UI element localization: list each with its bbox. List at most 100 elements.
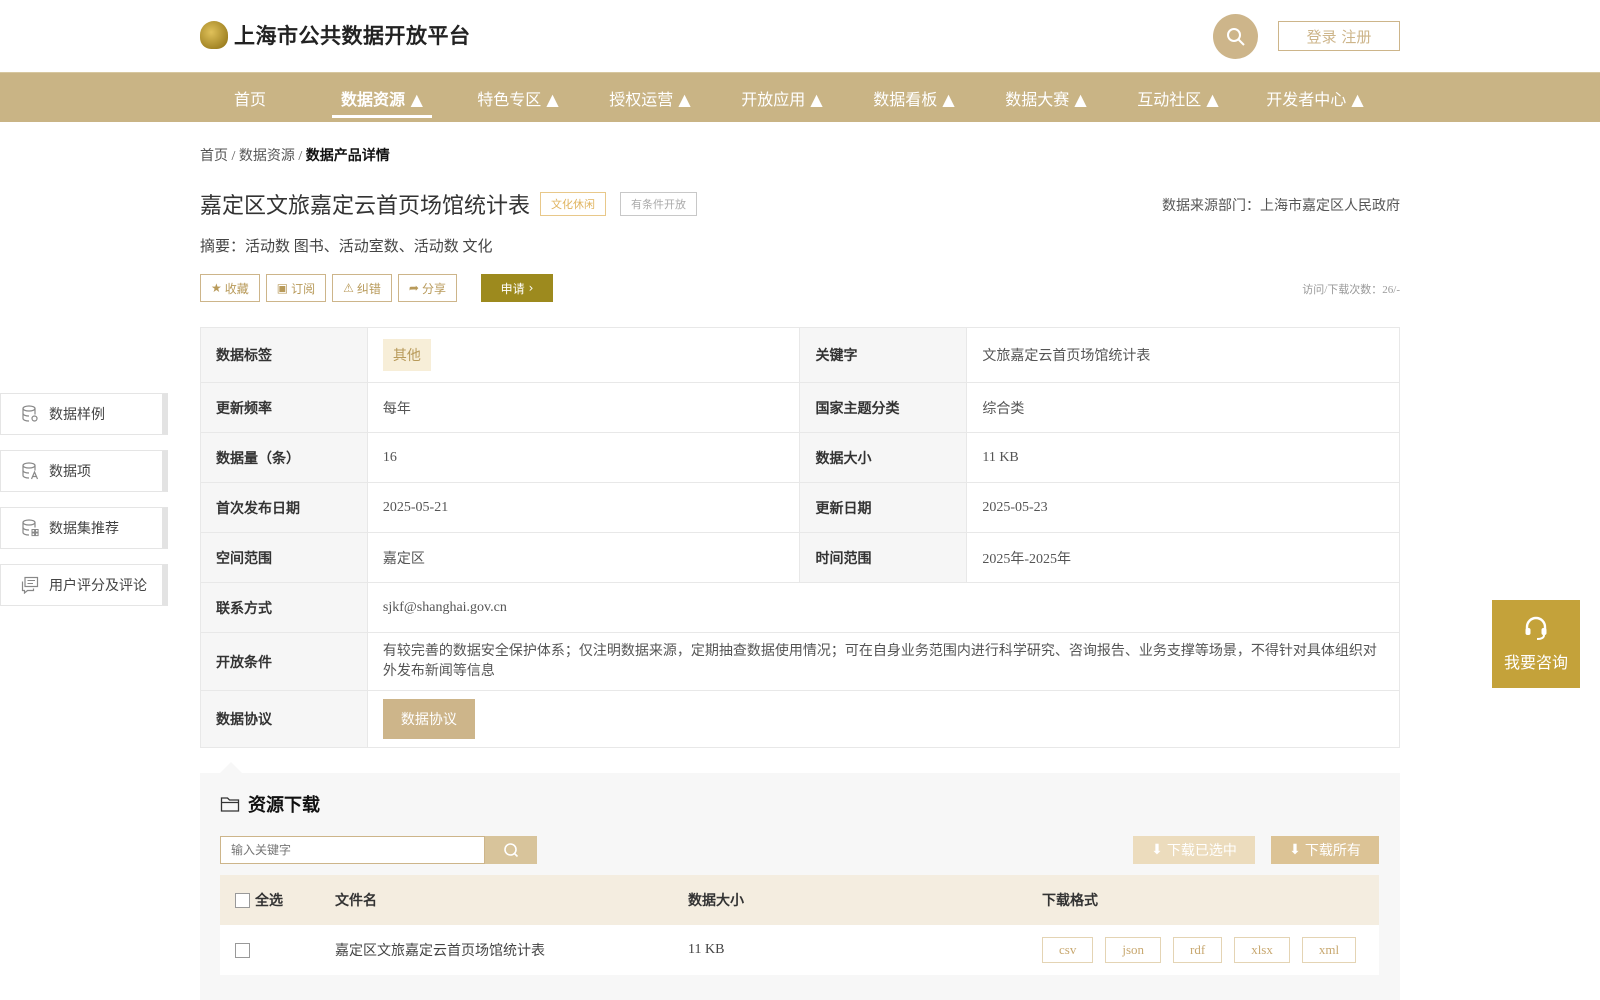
database-grid-icon: [21, 519, 39, 537]
format-xlsx-button[interactable]: xlsx: [1234, 937, 1290, 963]
comment-icon: [21, 576, 39, 594]
file-search-button[interactable]: [485, 836, 537, 864]
warning-icon: ⚠: [343, 281, 354, 295]
dataset-abstract: 摘要：活动数 图书、活动室数、活动数 文化: [200, 239, 493, 255]
header-search-button[interactable]: [1213, 14, 1258, 59]
info-key: 首次发布日期: [200, 482, 368, 533]
breadcrumb: 首页 / 数据资源 / 数据产品详情: [200, 145, 390, 165]
apply-button[interactable]: 申请 ›: [481, 274, 553, 302]
info-key: 空间范围: [200, 532, 368, 583]
info-value: 有较完善的数据安全保护体系；仅注明数据来源，定期抽查数据使用情况；可在自身业务范…: [366, 632, 1401, 691]
nav-open-apps[interactable]: 开放应用 ▲: [732, 73, 832, 122]
format-csv-button[interactable]: csv: [1042, 937, 1094, 963]
database-icon: [21, 405, 39, 423]
info-value: 2025-05-23: [966, 482, 1400, 533]
share-button[interactable]: ➦ 分享: [397, 274, 457, 302]
section-title-text: 资源下载: [248, 795, 320, 816]
format-xml-button[interactable]: xml: [1301, 937, 1357, 963]
info-value: 16: [366, 432, 801, 483]
chevron-right-icon: ›: [528, 281, 534, 295]
table-row: 数据量（条） 16 数据大小 11 KB: [200, 432, 1400, 483]
table-row: 空间范围 嘉定区 时间范围 2025年-2025年: [200, 532, 1400, 583]
select-all-label: 全选: [255, 893, 283, 909]
download-icon: ⬇: [1151, 842, 1163, 858]
side-item-recommend[interactable]: 数据集推荐: [0, 507, 168, 549]
file-search-input[interactable]: [220, 836, 485, 864]
subscribe-label: 订阅: [291, 281, 316, 296]
nav-data-dashboard[interactable]: 数据看板 ▲: [864, 73, 964, 122]
data-protocol-button[interactable]: 数据协议: [382, 699, 475, 739]
download-selected-button[interactable]: ⬇ 下载已选中: [1133, 836, 1255, 864]
nav-data-contest[interactable]: 数据大赛 ▲: [996, 73, 1096, 122]
table-row: 首次发布日期 2025-05-21 更新日期 2025-05-23: [200, 482, 1400, 533]
info-key: 更新日期: [799, 482, 968, 533]
row-select-cell: [235, 925, 255, 975]
action-bar: ★ 收藏 ▣ 订阅 ⚠ 纠错 ➦ 分享: [200, 274, 457, 302]
table-row: 更新频率 每年 国家主题分类 综合类: [200, 382, 1400, 433]
nav-data-resources[interactable]: 数据资源 ▲: [332, 73, 432, 122]
collect-button[interactable]: ★ 收藏: [200, 274, 260, 302]
download-icon: ⬇: [1289, 842, 1301, 858]
info-key: 国家主题分类: [799, 382, 968, 433]
column-header-file-name: 文件名: [335, 893, 377, 909]
info-value: 11 KB: [966, 432, 1400, 483]
info-value: 综合类: [966, 382, 1400, 433]
side-item-label: 数据集推荐: [49, 521, 119, 537]
nav-home[interactable]: 首页: [226, 73, 274, 122]
table-row: 联系方式 sjkf@shanghai.gov.cn: [200, 582, 1401, 633]
section-title: 资源下载: [220, 791, 320, 817]
nav-featured-zones[interactable]: 特色专区 ▲: [468, 73, 568, 122]
download-all-label: 下载所有: [1304, 843, 1361, 859]
side-item-data-items[interactable]: 数据项: [0, 450, 168, 492]
breadcrumb-section[interactable]: 数据资源: [239, 149, 295, 164]
collect-label: 收藏: [224, 281, 249, 296]
breadcrumb-separator: /: [228, 149, 239, 164]
side-item-data-sample[interactable]: 数据样例: [0, 393, 168, 435]
side-item-label: 用户评分及评论: [49, 578, 147, 594]
download-all-button[interactable]: ⬇ 下载所有: [1271, 836, 1379, 864]
correct-button[interactable]: ⚠ 纠错: [332, 274, 392, 302]
table-row: 数据标签 其他 关键字 文旅嘉定云首页场馆统计表: [200, 327, 1400, 383]
subscribe-button[interactable]: ▣ 订阅: [265, 274, 327, 302]
breadcrumb-separator: /: [294, 149, 306, 164]
nav-authorized-operation[interactable]: 授权运营 ▲: [600, 73, 700, 122]
star-icon: ★: [211, 281, 222, 295]
info-key: 数据协议: [200, 690, 368, 748]
side-menu: 数据样例 数据项 数据集推荐 用户评分及评论: [0, 393, 168, 621]
breadcrumb-home[interactable]: 首页: [200, 149, 228, 164]
select-all-cell: 全选: [235, 875, 283, 925]
correct-label: 纠错: [356, 281, 381, 296]
breadcrumb-current: 数据产品详情: [305, 149, 390, 164]
info-key: 开放条件: [200, 632, 368, 691]
site-header: 上海市公共数据开放平台 登录 注册: [0, 0, 1600, 72]
file-size: 11 KB: [688, 942, 725, 957]
info-key: 数据大小: [799, 432, 968, 483]
database-field-icon: [21, 462, 39, 480]
format-rdf-button[interactable]: rdf: [1173, 937, 1223, 963]
dataset-info-table: 数据标签 其他 关键字 文旅嘉定云首页场馆统计表 更新频率 每年 国家主题分类 …: [200, 327, 1401, 748]
side-item-label: 数据项: [49, 464, 91, 480]
info-value: sjkf@shanghai.gov.cn: [366, 582, 1401, 633]
nav-developer-center[interactable]: 开发者中心 ▲: [1260, 73, 1370, 122]
table-row: 开放条件 有较完善的数据安全保护体系；仅注明数据来源，定期抽查数据使用情况；可在…: [200, 632, 1401, 691]
main-nav: 首页 数据资源 ▲ 特色专区 ▲ 授权运营 ▲ 开放应用 ▲ 数据看板 ▲ 数据…: [0, 72, 1600, 122]
share-icon: ➦: [408, 281, 419, 295]
side-item-reviews[interactable]: 用户评分及评论: [0, 564, 168, 606]
info-value: 文旅嘉定云首页场馆统计表: [966, 327, 1400, 383]
nav-community[interactable]: 互动社区 ▲: [1128, 73, 1228, 122]
format-json-button[interactable]: json: [1105, 937, 1162, 963]
info-key: 时间范围: [799, 532, 968, 583]
login-register-button[interactable]: 登录 注册: [1278, 21, 1400, 51]
search-icon: [504, 843, 519, 858]
info-value: 数据协议: [366, 690, 1401, 748]
apply-label: 申请: [500, 281, 525, 296]
data-tag-chip[interactable]: 其他: [382, 339, 431, 371]
folder-icon: [220, 797, 240, 812]
select-all-checkbox[interactable]: [235, 892, 250, 908]
info-value: 2025年-2025年: [966, 532, 1400, 583]
info-key: 数据量（条）: [200, 432, 368, 483]
row-checkbox[interactable]: [235, 942, 250, 958]
consult-button[interactable]: 我要咨询: [1492, 600, 1580, 688]
info-key: 数据标签: [200, 327, 368, 383]
site-logo[interactable]: 上海市公共数据开放平台: [200, 20, 471, 50]
